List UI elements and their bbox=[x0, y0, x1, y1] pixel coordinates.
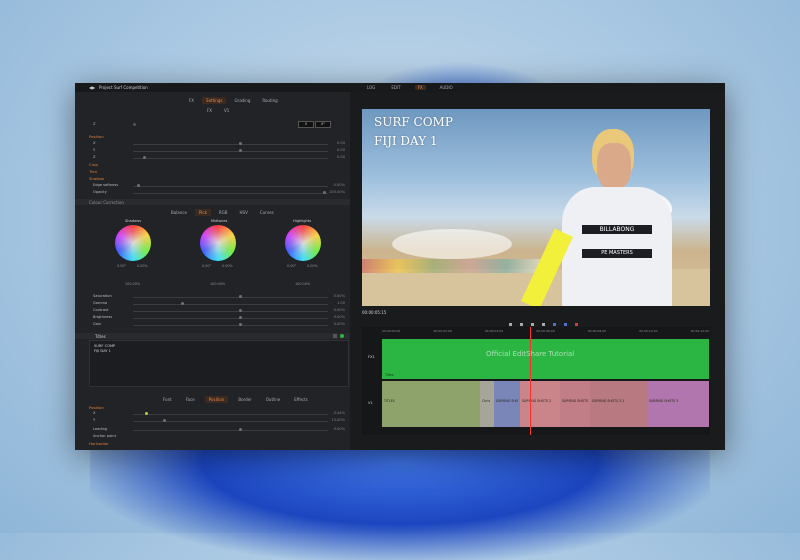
top-tab-log[interactable]: LOG bbox=[365, 85, 377, 90]
watermark: Official EditShare Tutorial bbox=[486, 350, 575, 358]
editor-window: ◀▶ Project Surf Competition LOG EDIT FX … bbox=[75, 83, 725, 450]
edit-icon[interactable] bbox=[333, 334, 337, 338]
gain-row: Gain 0.00% bbox=[93, 322, 345, 326]
anchor-row: Anchor point bbox=[93, 434, 116, 438]
top-tab-audio[interactable]: AUDIO bbox=[438, 85, 455, 90]
title-overlay-line2: FIJI DAY 1 bbox=[374, 134, 438, 148]
edge-softness-row: Edge softness 0.00% bbox=[93, 183, 345, 187]
track-label-v1[interactable]: V1 bbox=[368, 401, 373, 405]
inspector-subtabs: FX V1 bbox=[203, 107, 233, 114]
timecode[interactable]: 00:00:05:15 bbox=[362, 310, 386, 315]
text-tab-face[interactable]: Face bbox=[182, 396, 199, 403]
top-tabs: LOG EDIT FX AUDIO bbox=[365, 85, 455, 90]
video-viewer[interactable]: BILLABONG PE MASTERS SURF COMP FIJI DAY … bbox=[362, 109, 710, 306]
video-track[interactable]: TITLES Chris SURFING SHO SURFING SHOTS 2… bbox=[382, 381, 709, 427]
fx-value-right[interactable]: 0° bbox=[315, 121, 331, 128]
color-tab-curves[interactable]: Curves bbox=[256, 209, 278, 216]
position-row-y: Y 0.00 bbox=[93, 148, 345, 152]
crowd bbox=[362, 259, 542, 273]
project-title[interactable]: Project Surf Competition bbox=[99, 85, 148, 90]
app-logo-icon: ◀▶ bbox=[89, 85, 96, 90]
color-correction-header[interactable]: Colour Correction bbox=[75, 199, 350, 205]
text-tab-border[interactable]: Border bbox=[234, 396, 255, 403]
inspector-panel: FX Settings Grading Routing FX V1 Z 0 0°… bbox=[75, 92, 350, 450]
fx-value-left[interactable]: 0 bbox=[298, 121, 314, 128]
horizontal-label[interactable]: Horizontal bbox=[89, 441, 108, 446]
saturation-row: Saturation 0.00% bbox=[93, 294, 345, 298]
timeline[interactable]: 00:00:00:00 00:00:02:00 00:00:04:00 00:0… bbox=[362, 327, 710, 435]
text-tab-font[interactable]: Font bbox=[159, 396, 176, 403]
text-tab-outline[interactable]: Outline bbox=[262, 396, 284, 403]
record-button-icon[interactable] bbox=[575, 323, 579, 326]
subtab-fx[interactable]: FX bbox=[203, 107, 216, 114]
fx-track-clip[interactable]: Titles bbox=[382, 339, 709, 379]
clip-surfing-2[interactable]: SURFING SHOTS 2 bbox=[520, 381, 560, 427]
leading-row: Leading 0.00% bbox=[93, 427, 345, 431]
section-position[interactable]: Position bbox=[89, 134, 104, 139]
highlights-color-wheel[interactable] bbox=[285, 225, 321, 261]
inspector-tab-routing[interactable]: Routing bbox=[258, 97, 281, 104]
stop-icon[interactable] bbox=[530, 323, 534, 326]
clip-titles[interactable]: TITLES bbox=[382, 381, 480, 427]
inspector-tab-fx[interactable]: FX bbox=[185, 97, 198, 104]
contrast-row: Contrast 0.00% bbox=[93, 308, 345, 312]
play-icon[interactable] bbox=[519, 323, 523, 326]
titles-header[interactable]: Titles bbox=[75, 333, 350, 339]
color-tab-pick[interactable]: Pick bbox=[194, 209, 211, 216]
section-crop[interactable]: Crop bbox=[89, 162, 98, 167]
color-tab-rgb[interactable]: RGB bbox=[215, 209, 232, 216]
opacity-row: Opacity 100.00% bbox=[93, 190, 345, 194]
section-shadow[interactable]: Shadow bbox=[89, 176, 104, 181]
title-text-editor[interactable]: SURF COMP FIJI DAY 1 bbox=[89, 340, 349, 387]
position-row-z: Z 0.00 bbox=[93, 155, 345, 159]
top-tab-edit[interactable]: EDIT bbox=[389, 85, 402, 90]
clip-surfing-1[interactable]: SURFING SHO bbox=[494, 381, 520, 427]
title-overlay-line1: SURF COMP bbox=[374, 115, 453, 129]
text-position-y-row: Y 13.00% bbox=[93, 418, 345, 422]
transport-bar: 00:00:05:15 bbox=[362, 309, 710, 326]
text-position-x-row: X -3.44% bbox=[93, 411, 345, 415]
fx-param-row: Z 0 0° bbox=[93, 121, 347, 128]
text-position-section[interactable]: Position bbox=[89, 405, 104, 410]
mark-out-icon[interactable] bbox=[563, 323, 567, 326]
top-tab-fx[interactable]: FX bbox=[414, 85, 426, 90]
text-tab-position[interactable]: Position bbox=[204, 396, 229, 403]
section-trim[interactable]: Trim bbox=[89, 169, 97, 174]
keyframe-icon[interactable] bbox=[133, 123, 136, 126]
timeline-ruler[interactable]: 00:00:00:00 00:00:02:00 00:00:04:00 00:0… bbox=[382, 329, 709, 335]
position-row-x: X 0.00 bbox=[93, 141, 345, 145]
shadows-color-wheel[interactable] bbox=[115, 225, 151, 261]
title-bar: ◀▶ Project Surf Competition LOG EDIT FX … bbox=[75, 83, 725, 92]
enabled-indicator-icon[interactable] bbox=[340, 334, 344, 338]
subtab-v1[interactable]: V1 bbox=[220, 107, 233, 114]
clip-chris[interactable]: Chris bbox=[480, 381, 494, 427]
playhead[interactable] bbox=[530, 327, 531, 435]
brightness-row: Brightness 0.00% bbox=[93, 315, 345, 319]
mark-in-icon[interactable] bbox=[552, 323, 556, 326]
forward-icon[interactable] bbox=[541, 323, 545, 326]
surfer-figure: BILLABONG PE MASTERS bbox=[521, 129, 677, 306]
track-label-fx1[interactable]: FX1 bbox=[368, 355, 375, 359]
inspector-tab-settings[interactable]: Settings bbox=[202, 97, 227, 104]
color-tab-balance[interactable]: Balance bbox=[167, 209, 191, 216]
color-tab-hsv[interactable]: HSV bbox=[236, 209, 252, 216]
clip-surfing-5[interactable]: SURFING SHOTS 3 bbox=[647, 381, 709, 427]
clip-surfing-4[interactable]: SURFING SHOTS 3.1 bbox=[590, 381, 647, 427]
clip-surfing-3[interactable]: SURFING SHOTS bbox=[560, 381, 590, 427]
rewind-icon[interactable] bbox=[508, 323, 512, 326]
color-tabs: Balance Pick RGB HSV Curves bbox=[167, 209, 278, 216]
midtones-color-wheel[interactable] bbox=[200, 225, 236, 261]
inspector-tab-grading[interactable]: Grading bbox=[230, 97, 254, 104]
inspector-tabs: FX Settings Grading Routing bbox=[185, 97, 282, 104]
text-tab-effects[interactable]: Effects bbox=[290, 396, 312, 403]
text-tabs: Font Face Position Border Outline Effect… bbox=[159, 396, 312, 403]
gamma-row: Gamma 1.00 bbox=[93, 301, 345, 305]
